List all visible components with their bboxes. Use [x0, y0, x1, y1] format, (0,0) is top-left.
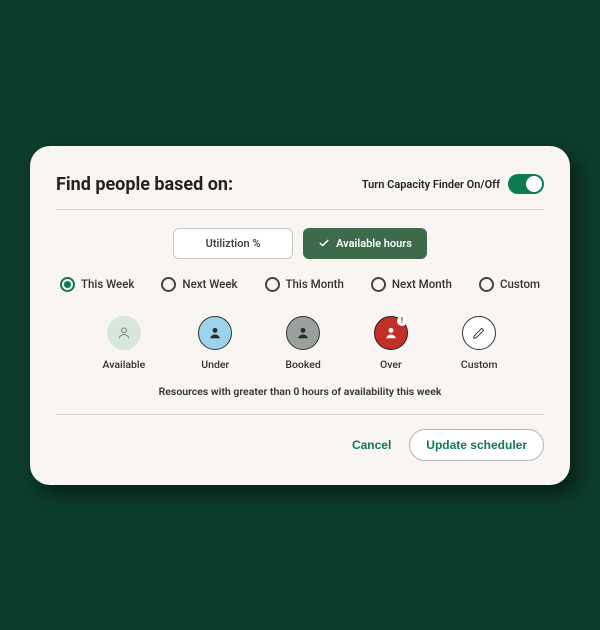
exclamation-icon: !: [397, 316, 407, 326]
radio-label: Next Month: [392, 277, 452, 291]
mode-utilization-button[interactable]: Utiliztion %: [173, 228, 293, 259]
status-label: Available: [103, 358, 146, 371]
capacity-toggle-label: Turn Capacity Finder On/Off: [362, 178, 500, 191]
range-custom[interactable]: Custom: [479, 277, 540, 292]
dialog-actions: Cancel Update scheduler: [56, 429, 544, 461]
radio-icon: [60, 277, 75, 292]
check-icon: [318, 237, 330, 249]
capacity-finder-panel: Find people based on: Turn Capacity Find…: [30, 146, 570, 485]
status-available[interactable]: Available: [103, 316, 146, 371]
radio-icon: [161, 277, 176, 292]
status-label: Booked: [285, 358, 320, 371]
status-filter-row: Available Under Booked ! Over Custom: [56, 316, 544, 371]
panel-title: Find people based on:: [56, 174, 233, 195]
radio-label: Next Week: [182, 277, 237, 291]
status-label: Over: [380, 358, 402, 371]
range-this-week[interactable]: This Week: [60, 277, 134, 292]
cancel-button[interactable]: Cancel: [352, 438, 391, 452]
toggle-knob: [526, 176, 542, 192]
pencil-icon: [462, 316, 496, 350]
mode-segmented-control: Utiliztion % Available hours: [56, 228, 544, 259]
capacity-toggle[interactable]: [508, 174, 544, 194]
radio-label: This Month: [286, 277, 344, 291]
mode-available-hours-label: Available hours: [336, 237, 412, 250]
range-this-month[interactable]: This Month: [265, 277, 344, 292]
panel-header: Find people based on: Turn Capacity Find…: [56, 174, 544, 210]
time-range-radios: This Week Next Week This Month Next Mont…: [56, 277, 544, 292]
status-custom[interactable]: Custom: [461, 316, 498, 371]
capacity-toggle-wrap: Turn Capacity Finder On/Off: [362, 174, 544, 194]
status-over[interactable]: ! Over: [374, 316, 408, 371]
status-booked[interactable]: Booked: [285, 316, 320, 371]
range-next-week[interactable]: Next Week: [161, 277, 237, 292]
person-alert-icon: !: [374, 316, 408, 350]
radio-label: Custom: [500, 277, 540, 291]
status-label: Custom: [461, 358, 498, 371]
filter-hint: Resources with greater than 0 hours of a…: [56, 385, 544, 415]
update-scheduler-button[interactable]: Update scheduler: [409, 429, 544, 461]
person-icon: [107, 316, 141, 350]
mode-utilization-label: Utiliztion %: [206, 237, 261, 250]
status-label: Under: [201, 358, 229, 371]
person-icon: [198, 316, 232, 350]
radio-icon: [265, 277, 280, 292]
radio-icon: [371, 277, 386, 292]
mode-available-hours-button[interactable]: Available hours: [303, 228, 427, 259]
range-next-month[interactable]: Next Month: [371, 277, 452, 292]
radio-label: This Week: [81, 277, 134, 291]
radio-icon: [479, 277, 494, 292]
status-under[interactable]: Under: [198, 316, 232, 371]
person-icon: [286, 316, 320, 350]
